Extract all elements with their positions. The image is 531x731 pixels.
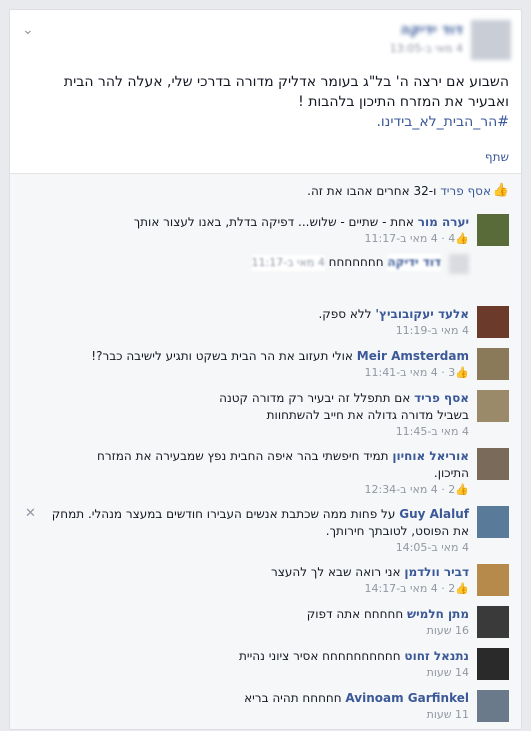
- comments-list: יערה מור אחת - שתיים - שלוש... דפיקה בדל…: [10, 208, 521, 729]
- comment-time[interactable]: 4 מאי ב-11:17: [364, 232, 437, 245]
- commenter-name[interactable]: Guy Alaluf: [399, 507, 469, 521]
- commenter-name[interactable]: Avinoam Garfinkel: [345, 691, 469, 705]
- avatar[interactable]: [477, 564, 509, 596]
- comment-time[interactable]: 14 שעות: [427, 666, 469, 679]
- commenter-name[interactable]: דביר וולדמן: [404, 565, 469, 579]
- post-card: ⌄ דוד ידיקה 4 מאי ב-13:05 השבוע אם ירצה …: [9, 9, 522, 730]
- thumbs-up-icon: 👍: [455, 366, 469, 379]
- comment-text: תמיד חיפשתי בהר איפה החבית נפץ שמבעירה א…: [97, 449, 389, 463]
- post-line-1: השבוע אם ירצה ה' בל"ג בעומר אדליק מדורה …: [63, 74, 509, 90]
- commenter-name[interactable]: מתן חלמיש: [407, 607, 469, 621]
- avatar[interactable]: [477, 506, 509, 538]
- avatar[interactable]: [477, 648, 509, 680]
- post-line-2: ואבעיר את המזרח התיכון בלהבות !: [298, 94, 509, 110]
- comment-text: אחת - שתיים - שלוש... דפיקה בדלת, באנו ל…: [133, 215, 414, 229]
- comment-time[interactable]: 4 מאי ב-11:19: [396, 324, 469, 337]
- avatar[interactable]: [477, 348, 509, 380]
- comment-text: אם תתפלל זה יבעיר רק מדורה קטנה: [219, 391, 411, 405]
- commenter-name[interactable]: אסף פריד: [414, 391, 469, 405]
- comment-time[interactable]: 4 מאי ב-11:45: [396, 425, 469, 438]
- likes-text[interactable]: ו-32 אחרים אהבו את זה.: [307, 184, 436, 198]
- share-link[interactable]: שתף: [485, 150, 509, 164]
- commenter-name[interactable]: נתנאל זחוט: [404, 649, 469, 663]
- thumbs-up-icon: 👍: [455, 483, 469, 496]
- comment-text: אני רואה שבא לך להעצר: [271, 565, 401, 579]
- comment-text: חחחחחחחחחח אסיר ציוני נהיית: [239, 649, 401, 663]
- comment-text: אולי תעזוב את הר הבית בשקט ותגיע לישיבה …: [91, 349, 353, 363]
- close-icon[interactable]: ✕: [25, 506, 36, 521]
- commenter-name[interactable]: דוד ידיקה: [387, 254, 441, 271]
- comment-time[interactable]: 4 מאי ב-12:34: [364, 483, 437, 496]
- liker-name[interactable]: אסף פריד: [440, 184, 491, 198]
- post-timestamp[interactable]: 4 מאי ב-13:05: [390, 42, 463, 55]
- comment-text: ללא ספק.: [318, 307, 372, 321]
- thumbs-up-icon: 👍: [455, 232, 469, 245]
- thumbs-up-icon: 👍: [492, 183, 509, 198]
- avatar[interactable]: [477, 306, 509, 338]
- comment-time[interactable]: 4 מאי ב-14:17: [364, 582, 437, 595]
- comment-text: על פחות ממה שכתבת אנשים העבירו חודשים במ…: [51, 507, 396, 521]
- commenter-name[interactable]: אלעד יעקובוביץ': [375, 307, 469, 321]
- author-name[interactable]: דוד ידיקה: [400, 22, 463, 38]
- avatar[interactable]: [477, 390, 509, 422]
- thumbs-up-icon: 👍: [455, 582, 469, 595]
- comment-text-line-2: את הפוסט, לטובתך חירותך.: [325, 524, 469, 538]
- post-text: השבוע אם ירצה ה' בל"ג בעומר אדליק מדורה …: [29, 72, 509, 132]
- chevron-down-icon[interactable]: ⌄: [22, 22, 34, 38]
- comment-time[interactable]: 4 מאי ב-14:05: [396, 541, 469, 554]
- post-header: דוד ידיקה 4 מאי ב-13:05: [311, 20, 511, 70]
- comment-text-line-2: בשביל מדורה גדולה את חייב להשתחוות: [266, 408, 469, 422]
- comment-text: חחחחחחח: [328, 255, 384, 269]
- avatar[interactable]: [477, 690, 509, 722]
- likes-summary: 👍 אסף פריד ו-32 אחרים אהבו את זה.: [10, 174, 521, 209]
- comment-time[interactable]: 11 שעות: [427, 708, 469, 721]
- comment-time[interactable]: 16 שעות: [427, 624, 469, 637]
- comment-text: חחחחח תהיה בריא: [244, 691, 342, 705]
- commenter-name[interactable]: אוריאל אוחיון: [392, 449, 469, 463]
- commenter-name[interactable]: Meir Amsterdam: [357, 349, 469, 363]
- avatar[interactable]: [477, 214, 509, 246]
- author-avatar[interactable]: [471, 20, 511, 60]
- avatar[interactable]: [449, 254, 469, 274]
- avatar[interactable]: [477, 448, 509, 480]
- comment-text: חחחחח אתה דפוק: [306, 607, 404, 621]
- comment-time[interactable]: 4 מאי ב-11:17: [251, 255, 325, 271]
- comment-text-line-2: התיכון.: [433, 466, 469, 480]
- avatar[interactable]: [477, 606, 509, 638]
- comment-time[interactable]: 4 מאי ב-11:41: [364, 366, 437, 379]
- hashtag-link[interactable]: #הר_הבית_לא_בידינו.: [29, 112, 509, 132]
- commenter-name[interactable]: יערה מור: [418, 215, 469, 229]
